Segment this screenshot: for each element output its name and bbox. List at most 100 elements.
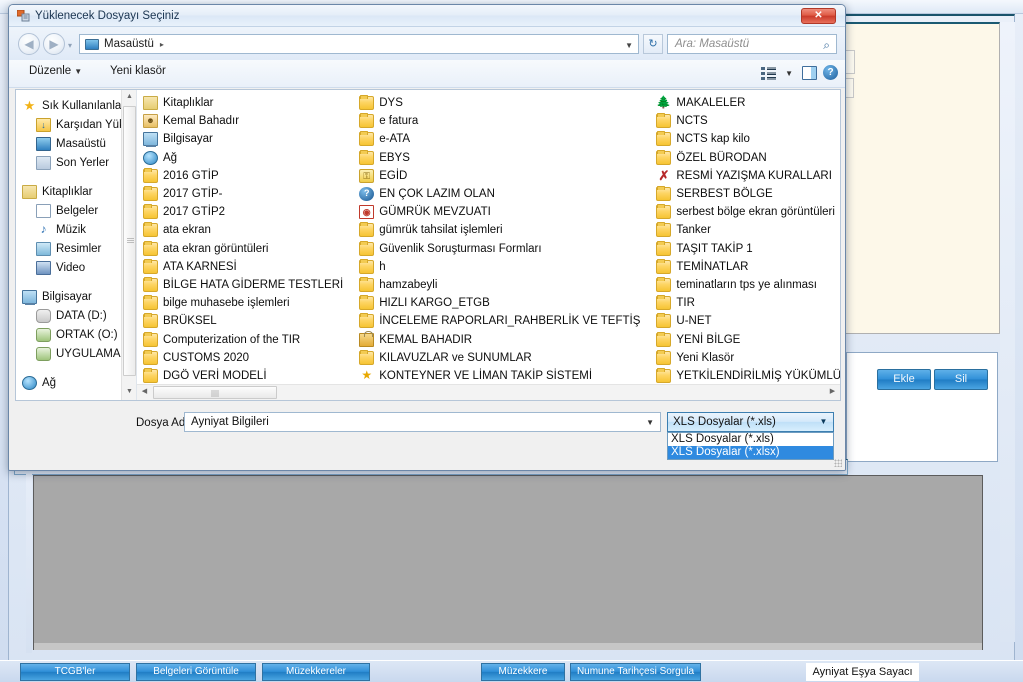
list-item[interactable]: serbest bölge ekran görüntüleri	[650, 203, 840, 221]
list-item[interactable]: DYS	[353, 94, 650, 112]
list-item[interactable]: İNCELEME RAPORLARI_RAHBERLİK VE TEFTİŞ	[353, 312, 650, 330]
list-item[interactable]: ATA KARNESİ	[137, 258, 353, 276]
list-item[interactable]: YENİ BİLGE	[650, 330, 840, 348]
list-item[interactable]: U-NET	[650, 312, 840, 330]
sidebar-scrollbar-thumb[interactable]	[123, 106, 136, 376]
history-dropdown-icon[interactable]: ▾	[68, 41, 72, 50]
sidebar-item-network[interactable]: Ağ	[22, 373, 136, 392]
file-type-filter-combo[interactable]: XLS Dosyalar (*.xls) ▼	[667, 412, 834, 432]
address-bar[interactable]: Masaüstü ▸ ▼	[79, 34, 639, 54]
list-item[interactable]: 2017 GTİP2	[137, 203, 353, 221]
help-icon[interactable]: ?	[823, 65, 838, 80]
list-item[interactable]: e-ATA	[353, 130, 650, 148]
change-view-icon[interactable]	[761, 66, 777, 80]
list-item[interactable]: Tanker	[650, 221, 840, 239]
list-item[interactable]: gümrük tahsilat işlemleri	[353, 221, 650, 239]
list-item[interactable]: e fatura	[353, 112, 650, 130]
new-folder-button[interactable]: Yeni klasör	[110, 65, 166, 77]
dialog-resize-grip-icon[interactable]	[834, 459, 842, 467]
search-box[interactable]: Ara: Masaüstü ⌕	[667, 34, 837, 54]
filename-input[interactable]: Ayniyat Bilgileri ▼	[184, 412, 661, 432]
list-item[interactable]: NCTS	[650, 112, 840, 130]
sidebar-item-uygulamalar-drive[interactable]: UYGULAMALAR	[22, 344, 136, 363]
filter-option-xls[interactable]: XLS Dosyalar (*.xls)	[668, 433, 833, 446]
search-icon[interactable]: ⌕	[823, 38, 830, 53]
list-item[interactable]: Bilgisayar	[137, 130, 353, 148]
list-item[interactable]: ★ KONTEYNER VE LİMAN TAKİP SİSTEMİ	[353, 367, 650, 385]
list-item[interactable]: teminatların tps ye alınması	[650, 276, 840, 294]
scroll-right-icon[interactable]: ▶	[825, 385, 840, 400]
list-item[interactable]: DGÖ VERİ MODELİ	[137, 367, 353, 385]
file-list-horizontal-scrollbar[interactable]: ◀ ▶	[137, 384, 840, 400]
list-item[interactable]: BRÜKSEL	[137, 312, 353, 330]
view-chevron-down-icon[interactable]: ▼	[785, 69, 793, 78]
list-item[interactable]: ata ekran	[137, 221, 353, 239]
list-item[interactable]: TEMİNATLAR	[650, 258, 840, 276]
breadcrumb-chevron-icon[interactable]: ▸	[160, 40, 164, 49]
list-item[interactable]: Yeni Klasör	[650, 349, 840, 367]
breadcrumb-current[interactable]: Masaüstü	[104, 38, 154, 50]
horizontal-scrollbar-thumb[interactable]	[153, 386, 277, 399]
organize-button[interactable]: Düzenle ▼	[29, 65, 82, 77]
close-icon[interactable]: ✕	[801, 8, 836, 24]
list-item[interactable]: KEMAL BAHADIR	[353, 330, 650, 348]
list-item[interactable]: bilge muhasebe işlemleri	[137, 294, 353, 312]
sil-button[interactable]: Sil	[934, 369, 988, 390]
file-type-filter-dropdown[interactable]: XLS Dosyalar (*.xls) XLS Dosyalar (*.xls…	[667, 432, 834, 460]
sidebar-item-favorites[interactable]: ★ Sık Kullanılanlar	[22, 96, 136, 115]
list-item[interactable]: ata ekran görüntüleri	[137, 240, 353, 258]
list-item[interactable]: ◉ GÜMRÜK MEVZUATI	[353, 203, 650, 221]
filter-option-xlsx[interactable]: XLS Dosyalar (*.xlsx)	[668, 446, 833, 459]
list-item[interactable]: h	[353, 258, 650, 276]
sidebar-item-downloads[interactable]: ↓ Karşıdan Yüklem	[22, 115, 136, 134]
refresh-button[interactable]: ↻	[643, 34, 663, 54]
muzekkere-button[interactable]: Müzekkere	[481, 663, 565, 681]
back-button[interactable]: ◀	[18, 33, 40, 55]
forward-button[interactable]: ▶	[43, 33, 65, 55]
sidebar-item-data-drive[interactable]: DATA (D:)	[22, 306, 136, 325]
list-item[interactable]: ÖZEL BÜRODAN	[650, 149, 840, 167]
chevron-down-icon[interactable]: ▼	[815, 414, 832, 430]
tcgbler-button[interactable]: TCGB'ler	[20, 663, 130, 681]
sidebar-item-documents[interactable]: Belgeler	[22, 201, 136, 220]
list-item[interactable]: YETKİLENDİRİLMİŞ YÜKÜMLÜ _AEO	[650, 367, 840, 385]
list-item[interactable]: 2017 GTİP-	[137, 185, 353, 203]
filename-dropdown-icon[interactable]: ▼	[646, 418, 654, 427]
list-item[interactable]: EBYS	[353, 149, 650, 167]
list-item[interactable]: Ağ	[137, 149, 353, 167]
list-item[interactable]: ✗ RESMİ YAZIŞMA KURALLARI	[650, 167, 840, 185]
sidebar-item-computer[interactable]: Bilgisayar	[22, 287, 136, 306]
list-item[interactable]: ? EN ÇOK LAZIM OLAN	[353, 185, 650, 203]
sidebar-item-desktop[interactable]: Masaüstü	[22, 134, 136, 153]
list-item[interactable]: 🌲 MAKALELER	[650, 94, 840, 112]
numune-tarihcesi-sorgula-button[interactable]: Numune Tarihçesi Sorgula	[570, 663, 701, 681]
sidebar-item-video[interactable]: Video	[22, 258, 136, 277]
list-item[interactable]: HIZLI KARGO_ETGB	[353, 294, 650, 312]
list-item[interactable]: ☻ Kemal Bahadır	[137, 112, 353, 130]
list-item[interactable]: BİLGE HATA GİDERME TESTLERİ	[137, 276, 353, 294]
search-input[interactable]: Ara: Masaüstü	[675, 38, 749, 50]
ekle-button[interactable]: Ekle	[877, 369, 931, 390]
preview-pane-icon[interactable]	[802, 66, 817, 80]
scroll-up-icon[interactable]: ▲	[122, 90, 136, 105]
sidebar-item-pictures[interactable]: Resimler	[22, 239, 136, 258]
belgeleri-goruntule-button[interactable]: Belgeleri Görüntüle	[136, 663, 256, 681]
list-item[interactable]: KILAVUZLAR ve SUNUMLAR	[353, 349, 650, 367]
scroll-down-icon[interactable]: ▼	[122, 385, 136, 400]
list-item[interactable]: hamzabeyli	[353, 276, 650, 294]
sidebar-item-music[interactable]: ♪ Müzik	[22, 220, 136, 239]
sidebar-item-ortak-drive[interactable]: ORTAK (O:)	[22, 325, 136, 344]
sidebar-item-recent-places[interactable]: Son Yerler	[22, 153, 136, 172]
list-item[interactable]: Güvenlik Soruşturması Formları	[353, 240, 650, 258]
list-item[interactable]: Kitaplıklar	[137, 94, 353, 112]
muzekkereler-button[interactable]: Müzekkereler	[262, 663, 370, 681]
list-item[interactable]: ⚿ EGİD	[353, 167, 650, 185]
list-item[interactable]: Computerization of the TIR	[137, 330, 353, 348]
list-item[interactable]: TIR	[650, 294, 840, 312]
list-item[interactable]: NCTS kap kilo	[650, 130, 840, 148]
list-item[interactable]: TAŞIT TAKİP 1	[650, 240, 840, 258]
sidebar-scrollbar[interactable]: ▲ ▼	[121, 90, 136, 400]
sidebar-item-libraries[interactable]: Kitaplıklar	[22, 182, 136, 201]
list-item[interactable]: SERBEST BÖLGE	[650, 185, 840, 203]
list-item[interactable]: CUSTOMS 2020	[137, 349, 353, 367]
